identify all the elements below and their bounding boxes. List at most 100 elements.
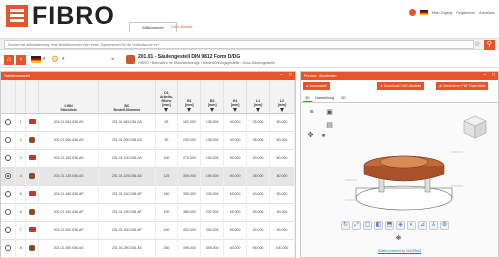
column-header-d1[interactable]: D1 Arbeits-fläche [mm]: [155, 80, 179, 114]
cell-linn: 201.01.200.036.AP: [38, 221, 100, 239]
settings-gear-icon[interactable]: ⚙: [51, 54, 59, 65]
filter-icon[interactable]: [210, 107, 215, 112]
tab-display[interactable]: Darstellung: [313, 95, 336, 101]
maximize-icon[interactable]: □: [492, 72, 495, 78]
header: FIBRO Willkommen CAD Modell Mein Zugang …: [0, 0, 499, 32]
info-icon[interactable]: [408, 9, 416, 16]
row-select-radio[interactable]: [1, 203, 17, 221]
link-my-account[interactable]: Mein Zugang: [432, 11, 452, 15]
tab-2d[interactable]: 2D: [339, 95, 348, 101]
filter-icon[interactable]: [187, 107, 192, 112]
view-side-icon[interactable]: ◧: [374, 221, 383, 230]
back-icon[interactable]: ‹: [16, 55, 26, 65]
pan-icon[interactable]: ✥: [306, 131, 315, 140]
radio-button[interactable]: [5, 118, 12, 125]
row-thumbnail[interactable]: [25, 131, 39, 149]
row-select-radio[interactable]: [1, 113, 17, 131]
column-header-h1[interactable]: H1 [mm]: [223, 80, 248, 114]
radio-button[interactable]: [5, 208, 12, 215]
cell-linn: 201.01.250.036.AS: [38, 239, 100, 257]
table-row[interactable]: 6 201.01.190.036.AP 201.01.190.036.AP 190 38…: [1, 203, 296, 221]
table-row[interactable]: 1 201.01.063.036.AS 201.01.063.036.AS 63 162…: [1, 113, 296, 131]
language-flag-icon[interactable]: [31, 56, 41, 63]
search-input[interactable]: [4, 40, 474, 49]
radio-button[interactable]: [5, 154, 12, 161]
explode-icon[interactable]: ❋: [394, 234, 403, 243]
filter-icon[interactable]: [233, 107, 238, 112]
back-to-preselection-button[interactable]: ◂ Vorauswahl: [303, 82, 330, 90]
row-thumbnail[interactable]: [25, 149, 39, 167]
search-button[interactable]: ⚲: [484, 40, 495, 50]
radio-button[interactable]: [5, 226, 12, 233]
row-select-radio[interactable]: [1, 149, 17, 167]
view-cube-icon[interactable]: [462, 114, 488, 140]
settings-icon[interactable]: ⚙: [440, 221, 449, 230]
maximize-icon[interactable]: □: [289, 72, 292, 78]
table-row[interactable]: 3 201.01.100.036.AS 201.01.100.036.AS 100 27…: [1, 149, 296, 167]
radio-button[interactable]: [5, 136, 12, 143]
fibro-logo[interactable]: FIBRO: [6, 4, 115, 29]
cell-b2: 135.000: [200, 113, 225, 131]
shading-icon[interactable]: ◐: [407, 221, 416, 230]
table-row[interactable]: 7 201.01.200.036.AP 201.01.200.036.AP 200 40…: [1, 221, 296, 239]
column-header-b2[interactable]: B2 [mm]: [200, 80, 225, 114]
column-header-linn[interactable]: LINN Stückliste: [38, 80, 100, 114]
minimize-icon[interactable]: –: [280, 72, 283, 78]
binoculars-icon[interactable]: ⚭: [319, 132, 328, 141]
row-select-radio[interactable]: [1, 131, 17, 149]
chevron-left-icon[interactable]: ◂: [111, 56, 114, 62]
fit-view-icon[interactable]: ⤢: [352, 221, 361, 230]
language-flag-icon[interactable]: [419, 10, 428, 15]
row-thumbnail[interactable]: [25, 113, 39, 131]
table-row[interactable]: 5 201.01.160.036.AP 201.01.160.036.AP 160 35…: [1, 185, 296, 203]
tab-3d[interactable]: 3D: [303, 95, 312, 102]
column-header-bc[interactable]: BC Bestell-Nummer: [98, 80, 156, 114]
row-select-radio[interactable]: [1, 185, 17, 203]
table-row[interactable]: 8 201.01.250.036.AS 201.01.250.036.AS 250 49…: [1, 239, 296, 257]
row-thumbnail[interactable]: [25, 185, 39, 203]
column-header-l1[interactable]: L1 [mm]: [246, 80, 270, 114]
cell-l2: 80.000: [269, 149, 296, 167]
radio-button[interactable]: [5, 190, 12, 197]
radio-button[interactable]: [5, 244, 12, 251]
filter-icon[interactable]: [164, 107, 169, 112]
view-front-icon[interactable]: ▢: [363, 221, 372, 230]
minimize-icon[interactable]: –: [483, 72, 486, 78]
column-header-l2[interactable]: L2 [mm]: [269, 80, 296, 114]
filter-icon[interactable]: [279, 107, 284, 112]
row-select-radio[interactable]: [1, 167, 17, 185]
row-thumbnail[interactable]: [25, 203, 39, 221]
parts-list-icon[interactable]: ▤: [325, 121, 334, 130]
3d-model-die-set[interactable]: [339, 140, 469, 215]
3d-viewer[interactable]: ≡ ▣ ▤ ✥ ⚭ ↻ ⤢ ▢ ◧ ⬒ ◈ ◐ ⊿ ⅄ ⚙ ❋ 3Dlabs p…: [301, 104, 498, 257]
axes-icon[interactable]: ⅄: [429, 221, 438, 230]
column-header-b1[interactable]: B1 [mm]: [177, 80, 202, 114]
chevron-down-icon[interactable]: ▾: [62, 56, 65, 62]
view-iso-icon[interactable]: ◈: [396, 221, 405, 230]
download-cad-button[interactable]: ⬇ Download CAD-Modelle: [377, 82, 425, 90]
breadcrumb[interactable]: FIBRO › Normalien für Stanzwerkzeuge › S…: [138, 61, 275, 65]
view-cube-small-icon[interactable]: ▣: [325, 108, 334, 117]
row-thumbnail[interactable]: [25, 167, 39, 185]
row-select-radio[interactable]: [1, 239, 17, 257]
generate-pdf-button[interactable]: ⊕ Generieren PDF Datenblatt: [436, 82, 489, 90]
rotate-icon[interactable]: ↻: [341, 221, 350, 230]
cell-d1: 125: [155, 167, 179, 185]
menu-icon[interactable]: ≡: [307, 108, 316, 117]
link-register[interactable]: Registrieren: [456, 11, 475, 15]
view-top-icon[interactable]: ⬒: [385, 221, 394, 230]
measure-icon[interactable]: ⊿: [418, 221, 427, 230]
filter-icon[interactable]: [256, 107, 260, 112]
row-select-radio[interactable]: [1, 221, 17, 239]
radio-button[interactable]: [5, 172, 12, 179]
clear-search-icon[interactable]: ⊘: [473, 41, 481, 49]
chevron-down-icon[interactable]: ▾: [43, 56, 46, 62]
table-row[interactable]: 2 201.01.090.036.AS 201.01.090.036.AS 90 230…: [1, 131, 296, 149]
powered-by-link[interactable]: 3Dlabs powered by CADENAS: [301, 249, 498, 253]
row-thumbnail[interactable]: [25, 221, 39, 239]
link-login[interactable]: Anmelden: [479, 11, 495, 15]
table-row[interactable]: 4 201.01.125.036.AS 201.01.125.036.AS 125 30…: [1, 167, 296, 185]
tab-cad-model[interactable]: CAD Modell: [165, 22, 198, 31]
row-thumbnail[interactable]: [25, 239, 39, 257]
home-icon[interactable]: ⌂: [4, 55, 14, 65]
